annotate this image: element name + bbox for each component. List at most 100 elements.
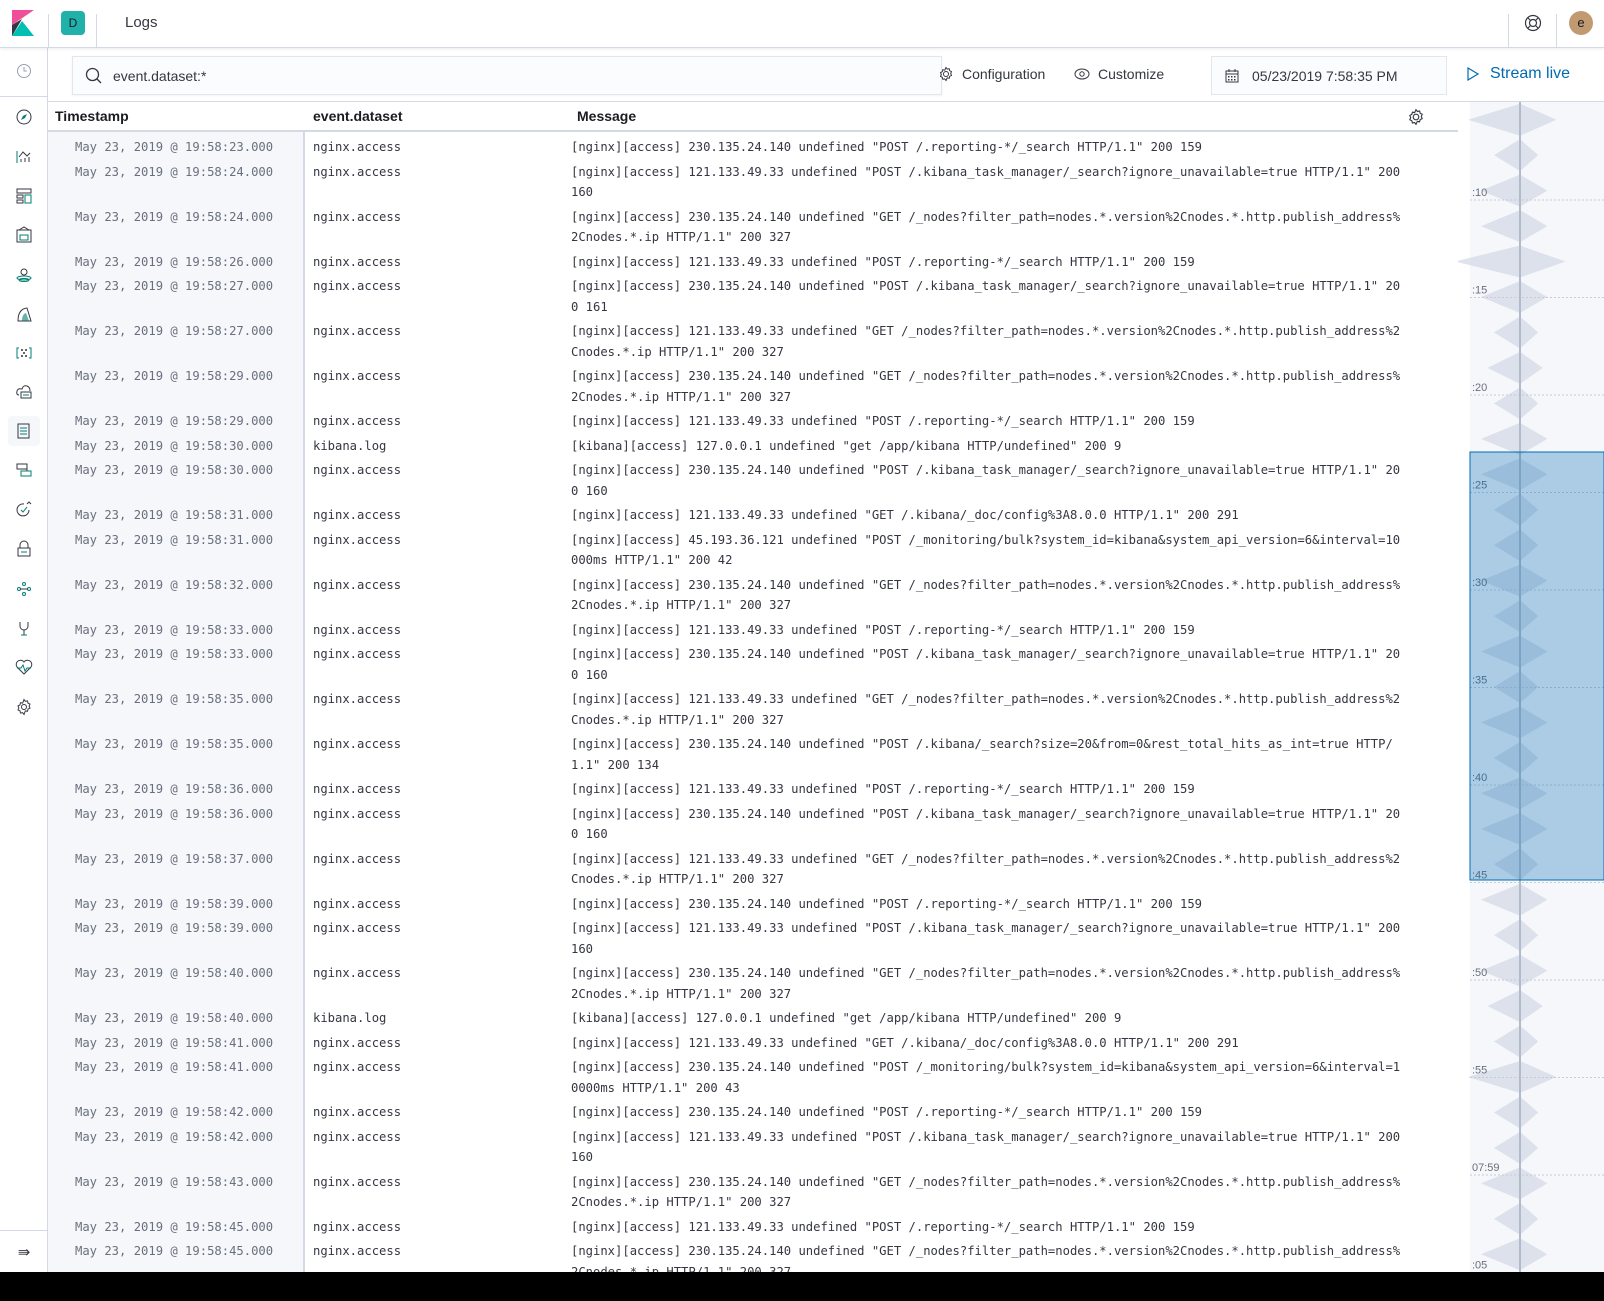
date-value: 05/23/2019 7:58:35 PM <box>1252 67 1398 84</box>
log-message: [nginx][access] 121.133.49.33 undefined … <box>571 254 1195 269</box>
log-entry-row[interactable]: May 23, 2019 @ 19:58:29.000 nginx.access [… <box>48 410 1448 435</box>
nav-item-machine-learning[interactable] <box>8 299 40 329</box>
log-entry-row[interactable]: May 23, 2019 @ 19:58:36.000 nginx.access [… <box>48 778 1448 803</box>
column-header-message[interactable]: Message <box>577 108 636 124</box>
nav-item-discover[interactable] <box>8 102 40 132</box>
log-message: [nginx][access] 230.135.24.140 undefined… <box>571 577 1401 613</box>
log-minimap[interactable]: :10:15:20:25:30:35:40:45:50:55 07:59:05 <box>1458 102 1604 1272</box>
log-timestamp: May 23, 2019 @ 19:58:33.000 <box>75 622 274 637</box>
minimap-tick-label: :05 <box>1472 1260 1487 1272</box>
log-timestamp: May 23, 2019 @ 19:58:24.000 <box>75 164 274 179</box>
log-rows: May 23, 2019 @ 19:58:23.000 nginx.access [… <box>48 136 1448 1272</box>
log-entry-row[interactable]: May 23, 2019 @ 19:58:35.000 nginx.access [… <box>48 688 1448 733</box>
log-entry-row[interactable]: May 23, 2019 @ 19:58:31.000 nginx.access [… <box>48 529 1448 574</box>
log-timestamp: May 23, 2019 @ 19:58:39.000 <box>75 921 274 935</box>
help-icon[interactable] <box>1523 13 1543 33</box>
collapse-nav-button[interactable]: ⇛ <box>0 1230 48 1272</box>
nav-item-maps[interactable] <box>8 259 40 289</box>
log-entry-row[interactable]: May 23, 2019 @ 19:58:43.000 nginx.access [… <box>48 1171 1448 1216</box>
log-entry-row[interactable]: May 23, 2019 @ 19:58:36.000 nginx.access [… <box>48 803 1448 848</box>
log-entry-row[interactable]: May 23, 2019 @ 19:58:27.000 nginx.access [… <box>48 275 1448 320</box>
nav-item-uptime[interactable] <box>8 495 40 525</box>
minimap-svg[interactable]: :10:15:20:25:30:35:40:45:50:5507:59:05 <box>1458 102 1604 1272</box>
log-entry-row[interactable]: May 23, 2019 @ 19:58:24.000 nginx.access [… <box>48 206 1448 251</box>
logs-app: D Logs e ⇛ Configuration Customize <box>0 0 1604 1272</box>
nav-item-visualize[interactable] <box>8 141 40 171</box>
nav-item-apm[interactable] <box>8 456 40 486</box>
log-dataset: nginx.access <box>313 164 402 179</box>
log-entry-row[interactable]: May 23, 2019 @ 19:58:42.000 nginx.access [… <box>48 1126 1448 1171</box>
column-header-dataset[interactable]: event.dataset <box>313 108 402 124</box>
log-entry-row[interactable]: May 23, 2019 @ 19:58:33.000 nginx.access [… <box>48 643 1448 688</box>
log-entry-row[interactable]: May 23, 2019 @ 19:58:30.000 nginx.access [… <box>48 459 1448 504</box>
date-picker[interactable]: 05/23/2019 7:58:35 PM <box>1211 56 1447 95</box>
log-message: [nginx][access] 230.135.24.140 undefined… <box>571 1060 1401 1095</box>
log-entry-row[interactable]: May 23, 2019 @ 19:58:39.000 nginx.access [… <box>48 917 1448 962</box>
log-entry-row[interactable]: May 23, 2019 @ 19:58:27.000 nginx.access [… <box>48 320 1448 365</box>
nav-item-management[interactable] <box>8 692 40 722</box>
recently-viewed[interactable] <box>0 48 48 97</box>
log-dataset: nginx.access <box>313 806 402 821</box>
log-entry-row[interactable]: May 23, 2019 @ 19:58:31.000 nginx.access [… <box>48 504 1448 529</box>
stream-live-label: Stream live <box>1490 65 1571 82</box>
log-message: [nginx][access] 121.133.49.33 undefined … <box>571 622 1195 637</box>
nav-item-metrics[interactable] <box>8 377 40 407</box>
log-entry-row[interactable]: May 23, 2019 @ 19:58:24.000 nginx.access [… <box>48 161 1448 206</box>
log-dataset: nginx.access <box>313 921 402 935</box>
log-dataset: nginx.access <box>313 1035 402 1050</box>
log-timestamp: May 23, 2019 @ 19:58:36.000 <box>75 806 274 821</box>
column-settings-gear-icon[interactable] <box>1407 108 1425 126</box>
log-entry-row[interactable]: May 23, 2019 @ 19:58:41.000 nginx.access [… <box>48 1056 1448 1101</box>
log-entry-row[interactable]: May 23, 2019 @ 19:58:45.000 nginx.access [… <box>48 1216 1448 1241</box>
search-input[interactable] <box>113 67 893 84</box>
nav-item-monitoring[interactable] <box>8 652 40 682</box>
log-message: [nginx][access] 230.135.24.140 undefined… <box>571 1244 1401 1272</box>
space-avatar[interactable]: D <box>61 11 85 35</box>
log-entry-row[interactable]: May 23, 2019 @ 19:58:37.000 nginx.access [… <box>48 848 1448 893</box>
log-entry-row[interactable]: May 23, 2019 @ 19:58:35.000 nginx.access [… <box>48 733 1448 778</box>
log-entry-row[interactable]: May 23, 2019 @ 19:58:26.000 nginx.access [… <box>48 251 1448 276</box>
log-dataset: nginx.access <box>313 896 402 911</box>
maps-icon <box>16 268 32 283</box>
column-header-timestamp[interactable]: Timestamp <box>55 108 129 124</box>
log-timestamp: May 23, 2019 @ 19:58:36.000 <box>75 782 274 796</box>
management-icon <box>17 697 31 716</box>
customize-button[interactable]: Customize <box>1074 62 1164 86</box>
nav-item-dev-tools[interactable] <box>8 613 40 643</box>
user-avatar[interactable]: e <box>1569 11 1593 35</box>
log-entry-row[interactable]: May 23, 2019 @ 19:58:40.000 nginx.access [… <box>48 962 1448 1007</box>
log-message: [nginx][access] 230.135.24.140 undefined… <box>571 209 1401 245</box>
log-entry-row[interactable]: May 23, 2019 @ 19:58:39.000 nginx.access [… <box>48 893 1448 918</box>
nav-item-logs[interactable] <box>8 416 40 447</box>
log-entry-row[interactable]: May 23, 2019 @ 19:58:23.000 nginx.access [… <box>48 136 1448 161</box>
stream-live-button[interactable]: Stream live <box>1466 62 1570 86</box>
log-stream-table: Timestamp event.dataset Message May 23, … <box>48 102 1458 1272</box>
log-dataset: kibana.log <box>313 438 387 453</box>
log-entry-row[interactable]: May 23, 2019 @ 19:58:29.000 nginx.access [… <box>48 365 1448 410</box>
log-message: [nginx][access] 45.193.36.121 undefined … <box>571 532 1401 568</box>
search-icon <box>85 67 102 83</box>
log-entry-row[interactable]: May 23, 2019 @ 19:58:30.000 kibana.log [ki… <box>48 435 1448 460</box>
log-entry-row[interactable]: May 23, 2019 @ 19:58:33.000 nginx.access [… <box>48 619 1448 644</box>
nav-item-infrastructure[interactable] <box>8 338 40 368</box>
log-dataset: nginx.access <box>313 369 402 383</box>
log-entry-row[interactable]: May 23, 2019 @ 19:58:40.000 kibana.log [ki… <box>48 1007 1448 1032</box>
log-dataset: nginx.access <box>313 851 402 866</box>
search-bar[interactable] <box>72 56 942 95</box>
kibana-logo-icon[interactable] <box>12 10 34 36</box>
log-entry-row[interactable]: May 23, 2019 @ 19:58:41.000 nginx.access [… <box>48 1032 1448 1057</box>
log-dataset: nginx.access <box>313 692 402 706</box>
nav-item-dashboard[interactable] <box>8 181 40 211</box>
log-dataset: nginx.access <box>313 622 402 637</box>
header-divider <box>1508 14 1509 48</box>
log-entry-row[interactable]: May 23, 2019 @ 19:58:45.000 nginx.access [… <box>48 1240 1448 1272</box>
configuration-button[interactable]: Configuration <box>938 62 1045 86</box>
log-entry-row[interactable]: May 23, 2019 @ 19:58:32.000 nginx.access [… <box>48 574 1448 619</box>
nav-item-graph[interactable] <box>8 574 40 604</box>
nav-item-canvas[interactable] <box>8 220 40 250</box>
log-entry-row[interactable]: May 23, 2019 @ 19:58:42.000 nginx.access [… <box>48 1101 1448 1126</box>
log-timestamp: May 23, 2019 @ 19:58:30.000 <box>75 438 274 453</box>
logs-icon <box>17 423 30 439</box>
nav-item-siem[interactable] <box>8 534 40 564</box>
canvas-icon <box>16 226 32 243</box>
